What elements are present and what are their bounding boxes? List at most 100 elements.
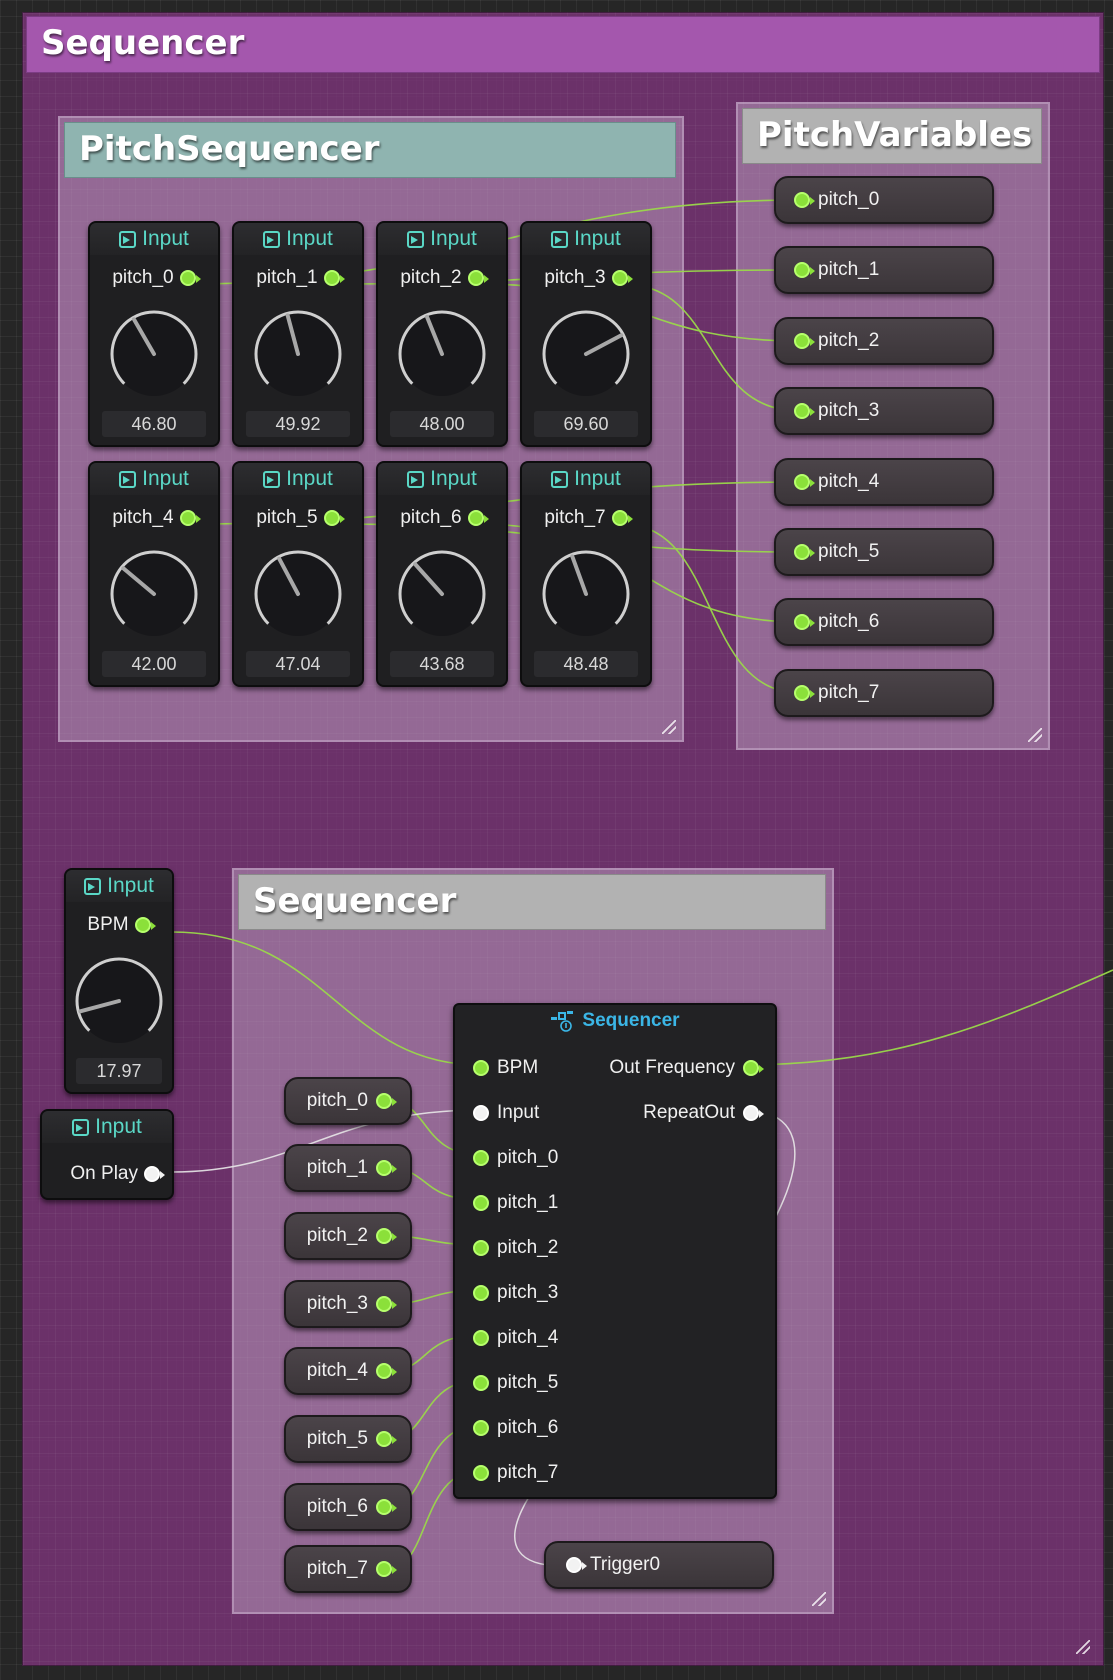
sequencer-input-pin-dot[interactable] xyxy=(473,1330,489,1346)
pitch-getter-output-pin[interactable] xyxy=(376,1228,397,1244)
sequencer-input-pin[interactable]: pitch_4 xyxy=(473,1327,558,1349)
pitch-value[interactable]: 69.60 xyxy=(534,411,638,437)
pitch-input-node[interactable]: Input pitch_5 47.04 xyxy=(232,461,364,687)
pitch-variable-setter[interactable]: pitch_3 xyxy=(774,387,994,436)
pitch-variable-setter[interactable]: pitch_2 xyxy=(774,316,994,365)
repeat-out-pin[interactable]: RepeatOut xyxy=(643,1102,764,1124)
pitch-output-pin[interactable] xyxy=(467,510,489,526)
pitch-variable-getter[interactable]: pitch_2 xyxy=(284,1212,412,1260)
sequencer-inner-header[interactable]: Sequencer xyxy=(238,874,826,930)
pitch-knob[interactable] xyxy=(540,548,632,640)
pitch-value[interactable]: 48.48 xyxy=(534,651,638,677)
pitch-knob[interactable] xyxy=(108,308,200,400)
pitch-variables-resize-handle[interactable] xyxy=(1028,728,1042,742)
bpm-value[interactable]: 17.97 xyxy=(76,1058,162,1084)
pitch-variable-getter[interactable]: pitch_4 xyxy=(284,1347,412,1395)
repeat-out-pin-dot[interactable] xyxy=(743,1105,764,1121)
pitch-value[interactable]: 46.80 xyxy=(102,411,206,437)
pitch-input-node[interactable]: Input pitch_6 43.68 xyxy=(376,461,508,687)
pitch-knob[interactable] xyxy=(396,548,488,640)
pitch-variable-input-pin[interactable] xyxy=(794,262,815,279)
pitch-output-pin[interactable] xyxy=(611,270,633,286)
pitch-variable-input-pin[interactable] xyxy=(794,403,815,420)
pitch-variable-setter[interactable]: pitch_6 xyxy=(774,598,994,647)
trigger-input-pin[interactable] xyxy=(566,1557,587,1573)
pitch-knob[interactable] xyxy=(252,548,344,640)
pitch-value[interactable]: 43.68 xyxy=(390,651,494,677)
pitch-sequencer-header[interactable]: PitchSequencer xyxy=(64,122,676,178)
sequencer-input-pin-dot[interactable] xyxy=(473,1195,489,1211)
sequencer-inner-resize-handle[interactable] xyxy=(812,1592,826,1606)
pitch-variable-getter[interactable]: pitch_0 xyxy=(284,1077,412,1125)
pitch-knob[interactable] xyxy=(396,308,488,400)
sequencer-input-pin[interactable]: pitch_1 xyxy=(473,1192,558,1214)
pitch-output-pin[interactable] xyxy=(323,270,345,286)
pitch-variables-header[interactable]: PitchVariables xyxy=(742,108,1042,164)
sequencer-node[interactable]: Sequencer BPM Input pitch_0 pitch_1 pitch_2 p… xyxy=(453,1003,777,1499)
pitch-value[interactable]: 42.00 xyxy=(102,651,206,677)
sequencer-input-pin[interactable]: pitch_7 xyxy=(473,1462,558,1484)
pitch-variable-input-pin[interactable] xyxy=(794,544,815,560)
sequencer-input-pin[interactable]: pitch_0 xyxy=(473,1147,558,1169)
pitch-value[interactable]: 49.92 xyxy=(246,411,350,437)
pitch-getter-output-pin[interactable] xyxy=(376,1499,397,1515)
pitch-input-node[interactable]: Input pitch_2 48.00 xyxy=(376,221,508,447)
pitch-output-pin[interactable] xyxy=(323,510,345,526)
pitch-variable-setter[interactable]: pitch_0 xyxy=(774,176,994,224)
pitch-variable-setter[interactable]: pitch_5 xyxy=(774,528,994,576)
bpm-knob[interactable] xyxy=(73,955,165,1047)
pitch-variable-input-pin[interactable] xyxy=(794,614,815,631)
pitch-getter-output-pin[interactable] xyxy=(376,1561,397,1577)
out-frequency-pin-dot[interactable] xyxy=(743,1060,764,1076)
pitch-getter-output-pin[interactable] xyxy=(376,1296,397,1312)
sequencer-input-pin[interactable]: pitch_6 xyxy=(473,1417,558,1439)
pitch-variable-setter[interactable]: pitch_4 xyxy=(774,457,994,506)
sequencer-input-pin[interactable]: pitch_5 xyxy=(473,1372,558,1394)
pitch-variable-getter[interactable]: pitch_3 xyxy=(284,1280,412,1328)
trigger-node[interactable]: Trigger0 xyxy=(544,1541,774,1589)
pitch-getter-output-pin[interactable] xyxy=(376,1093,397,1109)
on-play-output-pin[interactable] xyxy=(144,1166,165,1182)
sequencer-input-pin-dot[interactable] xyxy=(473,1105,489,1121)
sequencer-input-pin[interactable]: Input xyxy=(473,1102,539,1124)
pitch-input-node[interactable]: Input pitch_7 48.48 xyxy=(520,461,652,687)
pitch-variable-input-pin[interactable] xyxy=(794,473,815,490)
pitch-variable-setter[interactable]: pitch_7 xyxy=(774,668,994,717)
sequencer-input-pin-dot[interactable] xyxy=(473,1060,489,1076)
pitch-knob[interactable] xyxy=(108,548,200,640)
sequencer-input-pin-dot[interactable] xyxy=(473,1465,489,1481)
pitch-variable-getter[interactable]: pitch_6 xyxy=(284,1483,412,1531)
sequencer-input-pin-dot[interactable] xyxy=(473,1240,489,1256)
bpm-input-node[interactable]: Input BPM 17.97 xyxy=(64,868,174,1094)
pitch-output-pin[interactable] xyxy=(179,510,201,526)
pitch-getter-output-pin[interactable] xyxy=(376,1363,397,1379)
pitch-output-pin[interactable] xyxy=(467,270,489,286)
sequencer-comment-header[interactable]: Sequencer xyxy=(26,16,1100,73)
pitch-input-node[interactable]: Input pitch_3 69.60 xyxy=(520,221,652,447)
pitch-value[interactable]: 48.00 xyxy=(390,411,494,437)
sequencer-input-pin-dot[interactable] xyxy=(473,1150,489,1166)
on-play-input-node[interactable]: Input On Play xyxy=(40,1109,174,1200)
out-frequency-pin[interactable]: Out Frequency xyxy=(609,1057,764,1079)
pitch-variable-input-pin[interactable] xyxy=(794,192,815,208)
pitch-getter-output-pin[interactable] xyxy=(376,1431,397,1447)
pitch-variable-getter[interactable]: pitch_1 xyxy=(284,1144,412,1192)
pitch-input-node[interactable]: Input pitch_1 49.92 xyxy=(232,221,364,447)
pitch-output-pin[interactable] xyxy=(179,270,201,286)
pitch-getter-output-pin[interactable] xyxy=(376,1160,397,1176)
bpm-output-pin[interactable] xyxy=(134,917,156,933)
main-resize-handle[interactable] xyxy=(1076,1640,1090,1654)
sequencer-input-pin[interactable]: pitch_3 xyxy=(473,1282,558,1304)
pitch-value[interactable]: 47.04 xyxy=(246,651,350,677)
pitch-variable-input-pin[interactable] xyxy=(794,684,815,701)
sequencer-input-pin-dot[interactable] xyxy=(473,1420,489,1436)
pitch-variable-getter[interactable]: pitch_7 xyxy=(284,1545,412,1593)
sequencer-input-pin[interactable]: BPM xyxy=(473,1057,538,1079)
sequencer-input-pin[interactable]: pitch_2 xyxy=(473,1237,558,1259)
sequencer-input-pin-dot[interactable] xyxy=(473,1375,489,1391)
pitch-variable-input-pin[interactable] xyxy=(794,332,815,349)
pitch-sequencer-resize-handle[interactable] xyxy=(662,720,676,734)
pitch-input-node[interactable]: Input pitch_4 42.00 xyxy=(88,461,220,687)
pitch-variable-getter[interactable]: pitch_5 xyxy=(284,1415,412,1463)
pitch-output-pin[interactable] xyxy=(611,510,633,526)
